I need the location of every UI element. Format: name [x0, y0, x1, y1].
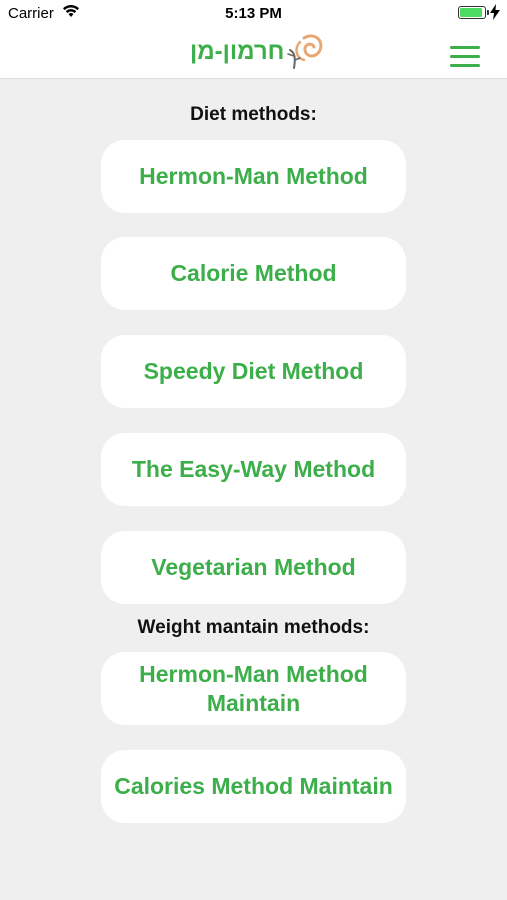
battery-level-fill: [460, 8, 482, 17]
hermon-man-method-button[interactable]: Hermon-Man Method: [101, 140, 406, 213]
button-label: Speedy Diet Method: [143, 358, 364, 384]
diet-methods-heading: Diet methods:: [190, 104, 317, 125]
button-label: Calorie Method: [170, 260, 337, 286]
battery-tip: [487, 10, 489, 15]
menu-line: [450, 46, 480, 49]
speedy-diet-method-button[interactable]: Speedy Diet Method: [101, 335, 406, 408]
easy-way-method-button[interactable]: The Easy-Way Method: [101, 433, 406, 506]
vegetarian-method-button[interactable]: Vegetarian Method: [101, 531, 406, 604]
charging-bolt-icon: [490, 4, 500, 24]
hermon-man-method-maintain-button[interactable]: Hermon-Man Method Maintain: [101, 652, 406, 725]
app-logo[interactable]: חרמון-מן: [190, 32, 330, 74]
logo-mark-icon: [284, 32, 326, 77]
weight-maintain-methods-heading: Weight mantain methods:: [137, 617, 370, 638]
button-label: The Easy-Way Method: [131, 456, 376, 482]
button-label: Hermon-Man Method Maintain: [139, 660, 368, 716]
button-label: Hermon-Man Method: [139, 163, 368, 189]
button-label: Vegetarian Method: [151, 554, 356, 580]
logo-text: חרמון-מן: [190, 38, 285, 65]
status-bar: Carrier 5:13 PM: [0, 0, 507, 28]
clock-time: 5:13 PM: [225, 5, 282, 22]
battery-icon: [458, 6, 489, 19]
calorie-method-button[interactable]: Calorie Method: [101, 237, 406, 310]
calories-method-maintain-button[interactable]: Calories Method Maintain: [101, 750, 406, 823]
menu-line: [450, 64, 480, 67]
menu-line: [450, 55, 480, 58]
top-navigation-bar: חרמון-מן: [0, 28, 507, 79]
button-label: Calories Method Maintain: [114, 773, 393, 799]
hamburger-menu-icon[interactable]: [450, 46, 480, 70]
